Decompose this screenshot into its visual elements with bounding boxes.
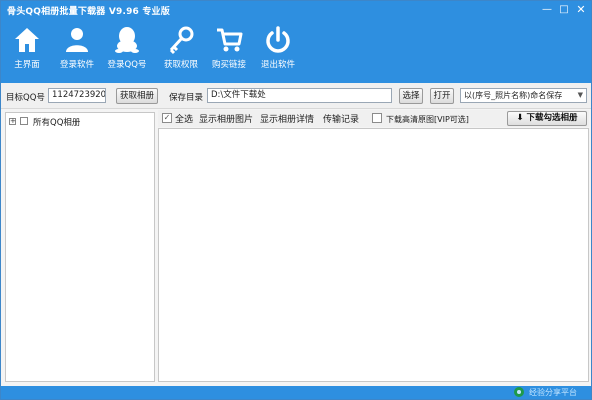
select-all-checkbox[interactable]: ✓ bbox=[162, 113, 172, 123]
user-icon bbox=[66, 28, 88, 52]
naming-rule-select[interactable]: 以(序号_照片名称)命名保存 ▼ bbox=[460, 88, 587, 103]
tree-expand-icon[interactable]: + bbox=[9, 118, 16, 125]
transfer-log-link[interactable]: 传输记录 bbox=[323, 112, 359, 125]
home-icon bbox=[15, 28, 39, 52]
show-album-details-link[interactable]: 显示相册详情 bbox=[260, 112, 314, 125]
fetch-album-button[interactable]: 获取相册 bbox=[116, 88, 158, 104]
header-bar: 骨头QQ相册批量下载器 V9.96 专业版 — □ ✕ 主界面 登录软件 登录Q… bbox=[1, 1, 591, 83]
album-content-area[interactable] bbox=[158, 128, 589, 382]
key-icon bbox=[169, 26, 194, 55]
window-title: 骨头QQ相册批量下载器 V9.96 专业版 bbox=[7, 7, 170, 17]
close-button[interactable]: ✕ bbox=[572, 3, 590, 17]
toolbar-exit-button[interactable]: 退出软件 bbox=[252, 21, 304, 79]
toolbar-home-button[interactable]: 主界面 bbox=[1, 21, 53, 79]
cart-icon bbox=[217, 28, 243, 52]
select-all-label[interactable]: 全选 bbox=[175, 112, 193, 125]
toolbar-label: 购买链接 bbox=[211, 60, 246, 70]
toolbar-buy-link-button[interactable]: 购买链接 bbox=[203, 21, 255, 79]
target-qq-label: 目标QQ号 bbox=[6, 93, 45, 103]
maximize-button[interactable]: □ bbox=[555, 3, 573, 17]
toolbar-label: 登录软件 bbox=[59, 60, 94, 70]
control-row: 目标QQ号 1124723920 获取相册 保存目录 D:\文件下载处 选择 打… bbox=[1, 83, 591, 109]
save-dir-label: 保存目录 bbox=[169, 93, 204, 103]
open-dir-button[interactable]: 打开 bbox=[430, 88, 454, 104]
hd-download-checkbox[interactable] bbox=[372, 113, 382, 123]
album-options-bar: ✓ 全选 显示相册图片 显示相册详情 传输记录 下载高清原图[VIP可选] ⬇ … bbox=[158, 110, 589, 127]
toolbar-login-software-button[interactable]: 登录软件 bbox=[51, 21, 103, 79]
main-window: 骨头QQ相册批量下载器 V9.96 专业版 — □ ✕ 主界面 登录软件 登录Q… bbox=[0, 0, 592, 400]
download-selected-button[interactable]: ⬇ 下载勾选相册 bbox=[507, 111, 587, 126]
tree-root-checkbox[interactable] bbox=[20, 117, 28, 125]
target-qq-input[interactable]: 1124723920 bbox=[48, 88, 106, 103]
album-tree[interactable]: + 所有QQ相册 bbox=[5, 112, 155, 382]
toolbar-label: 退出软件 bbox=[260, 60, 295, 70]
toolbar-label: 获取权限 bbox=[163, 60, 198, 70]
tree-root-node[interactable]: 所有QQ相册 bbox=[33, 116, 80, 128]
save-dir-input[interactable]: D:\文件下载处 bbox=[207, 88, 392, 103]
qq-penguin-icon bbox=[115, 27, 139, 53]
power-icon bbox=[266, 26, 290, 53]
main-toolbar: 主界面 登录软件 登录QQ号 获取权限 购买链接 退出软件 bbox=[1, 21, 331, 79]
watermark-logo-icon bbox=[514, 387, 524, 397]
toolbar-label: 主界面 bbox=[14, 60, 40, 70]
download-arrow-icon: ⬇ bbox=[516, 113, 524, 123]
toolbar-get-permission-button[interactable]: 获取权限 bbox=[155, 21, 207, 79]
show-album-images-link[interactable]: 显示相册图片 bbox=[199, 112, 253, 125]
toolbar-label: 登录QQ号 bbox=[107, 60, 147, 70]
select-dir-button[interactable]: 选择 bbox=[399, 88, 423, 104]
download-selected-label: 下载勾选相册 bbox=[526, 113, 578, 123]
status-bar: 经验分享平台 bbox=[1, 386, 591, 399]
naming-rule-value: 以(序号_照片名称)命名保存 bbox=[464, 91, 563, 100]
chevron-down-icon: ▼ bbox=[577, 91, 583, 99]
minimize-button[interactable]: — bbox=[538, 3, 556, 17]
toolbar-login-qq-button[interactable]: 登录QQ号 bbox=[101, 21, 153, 79]
watermark-text: 经验分享平台 bbox=[529, 388, 577, 397]
hd-download-label[interactable]: 下载高清原图[VIP可选] bbox=[386, 114, 469, 125]
